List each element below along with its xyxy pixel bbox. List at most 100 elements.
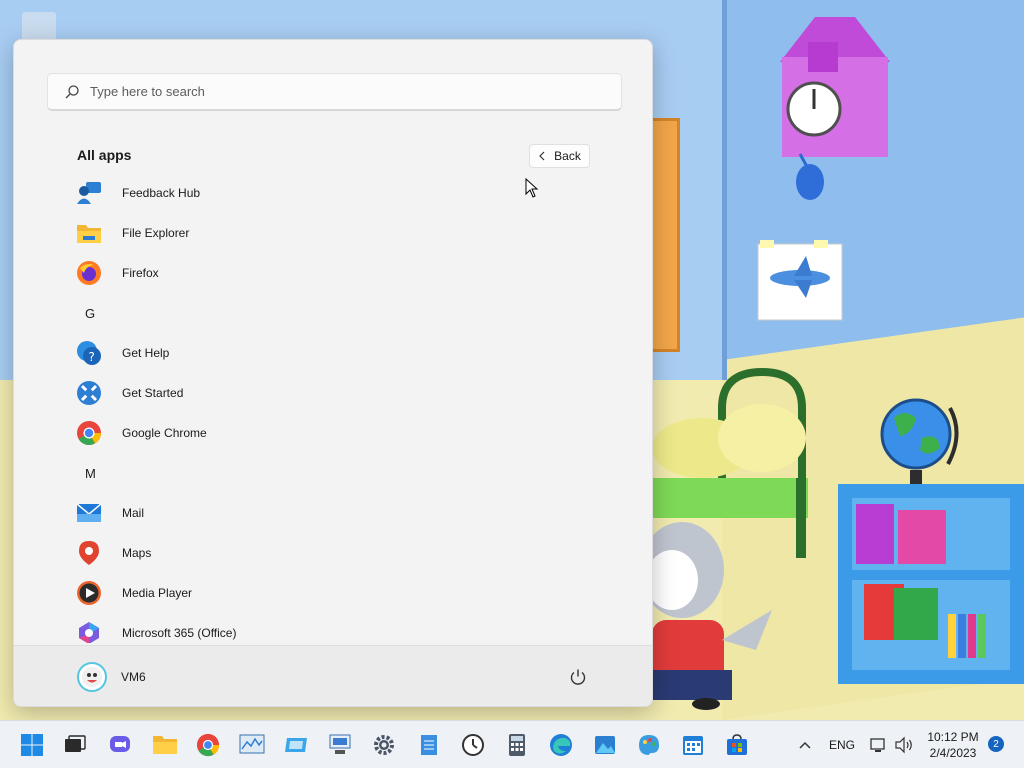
resource-monitor-button[interactable] [236,729,268,761]
store-icon [727,734,747,755]
folder-icon [66,221,112,245]
search-box[interactable] [47,73,622,111]
clock-time: 10:12 PM [927,730,979,744]
remote-desktop-icon [285,738,307,752]
network-status-icon [870,738,885,752]
bookshelf-illustration [838,484,1024,684]
power-icon [570,669,586,685]
airplane-picture-illustration [757,240,843,321]
chrome-icon [196,733,220,757]
back-button[interactable]: Back [529,144,590,168]
microsoft-365-icon [66,620,112,643]
remote-desktop-button[interactable] [280,729,312,761]
avatar [77,662,107,692]
letter-heading-m[interactable]: M [66,453,126,493]
power-button[interactable] [569,668,587,691]
show-hidden-icons-button[interactable] [798,721,812,768]
clock-app-button[interactable] [457,729,489,761]
app-item-mail[interactable]: Mail [66,493,626,533]
chat-icon [110,736,130,752]
app-item-firefox[interactable]: Firefox [66,253,626,293]
app-item-media-player[interactable]: Media Player [66,573,626,613]
network-icon [329,734,351,754]
chat-button[interactable] [104,729,136,761]
app-item-file-explorer[interactable]: File Explorer [66,213,626,253]
notepad-icon [421,735,437,755]
resource-monitor-icon [239,734,265,754]
network-status-button[interactable] [869,721,887,768]
photos-button[interactable] [589,729,621,761]
app-item-label: Mail [122,506,145,520]
app-item-label: File Explorer [122,226,190,240]
windows-start-button[interactable] [16,729,48,761]
chevron-up-icon [799,741,811,749]
app-item-google-chrome[interactable]: Google Chrome [66,413,626,453]
wolf-character-illustration [652,522,772,710]
app-item-label: Google Chrome [122,426,207,440]
volume-button[interactable] [894,721,914,768]
wallpaper-wall-edge [722,0,727,380]
clock-date: 2/4/2023 [929,746,977,760]
volume-icon [895,736,912,754]
get-started-icon [66,380,112,406]
file-explorer-button[interactable] [149,729,181,761]
language-indicator[interactable]: ENG [829,721,855,768]
start-menu: All apps Back Feedback Hub File Explorer… [13,39,653,707]
settings-icon [374,735,394,755]
app-item-label: Feedback Hub [122,186,201,200]
map-pin-icon [66,540,112,566]
mouse-cursor-icon [525,178,539,198]
letter-heading-g[interactable]: G [66,293,126,333]
user-account-button[interactable]: VM6 [77,662,146,692]
chrome-button[interactable] [192,729,224,761]
svg-text:?: ? [89,350,95,364]
app-item-label: Firefox [122,266,159,280]
edge-icon [550,734,572,756]
calculator-button[interactable] [501,729,533,761]
search-input[interactable] [90,84,590,99]
search-icon [65,84,79,98]
app-item-get-help[interactable]: ? Get Help [66,333,626,373]
media-player-icon [66,580,112,606]
recycle-bin-icon[interactable] [22,12,56,42]
clock-button[interactable]: 10:12 PM 2/4/2023 [918,729,988,761]
calendar-icon [683,736,703,755]
task-view-icon [65,735,86,752]
store-button[interactable] [721,729,753,761]
back-button-label: Back [554,149,581,163]
app-item-get-started[interactable]: Get Started [66,373,626,413]
app-item-maps[interactable]: Maps [66,533,626,573]
file-explorer-icon [153,736,177,754]
all-apps-list: Feedback Hub File Explorer Firefox G ? G… [14,173,652,643]
start-menu-footer: VM6 [14,645,652,706]
firefox-icon [66,260,112,286]
paint-icon [639,735,659,755]
app-item-label: Media Player [122,586,193,600]
notification-badge[interactable]: 2 [988,736,1004,752]
paint-button[interactable] [633,729,665,761]
app-item-label: Microsoft 365 (Office) [122,626,237,640]
notepad-button[interactable] [413,729,445,761]
calendar-button[interactable] [677,729,709,761]
app-item-label: Maps [122,546,152,560]
all-apps-title: All apps [77,147,132,163]
settings-button[interactable] [368,729,400,761]
app-item-label: Get Started [122,386,184,400]
windows-start-icon [21,734,43,756]
user-name: VM6 [121,670,146,684]
taskbar: ENG 10:12 PM 2/4/2023 [0,720,1024,768]
app-item-label: Get Help [122,346,170,360]
app-item-feedback-hub[interactable]: Feedback Hub [66,173,626,213]
photos-icon [595,736,615,754]
clock-icon [462,734,484,756]
chevron-left-icon [539,151,545,161]
network-button[interactable] [324,729,356,761]
edge-button[interactable] [545,729,577,761]
task-view-button[interactable] [58,729,90,761]
app-item-microsoft-365[interactable]: Microsoft 365 (Office) [66,613,626,643]
feedback-hub-icon [66,180,112,206]
cuckoo-clock-illustration [780,17,890,200]
calculator-icon [509,734,525,756]
mail-icon [66,502,112,524]
get-help-icon: ? [66,340,112,366]
